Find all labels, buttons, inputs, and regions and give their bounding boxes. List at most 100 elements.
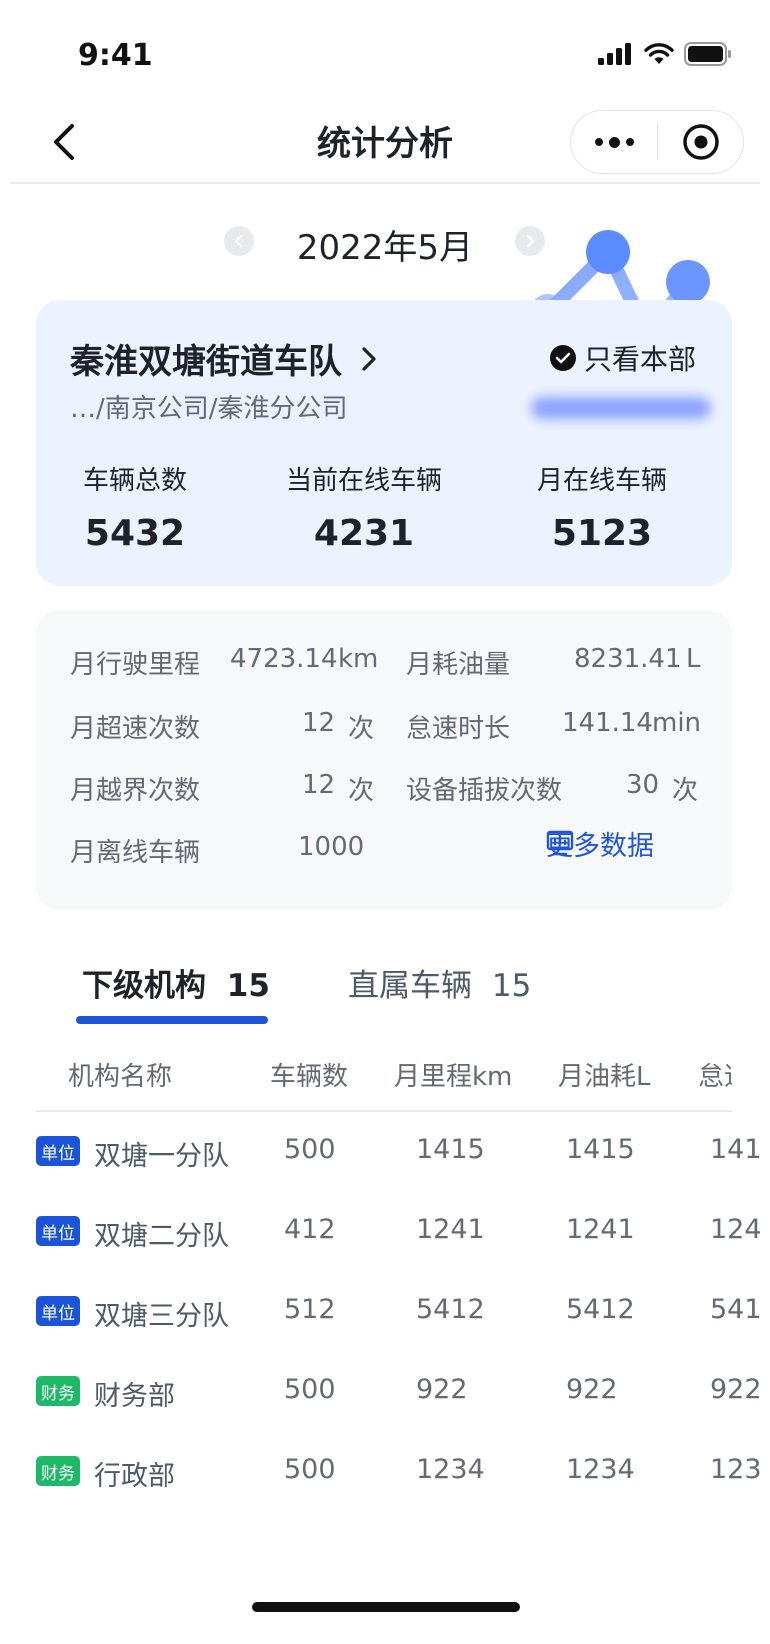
stat-value: 4231 xyxy=(313,513,415,554)
fuel-cell: 922 xyxy=(566,1374,618,1405)
mileage-cell: 922 xyxy=(416,1374,468,1405)
detail-row: 月超速次数 12 次 怠速时长 141.14 min xyxy=(36,708,732,748)
status-time: 9:41 xyxy=(78,38,153,73)
table-row[interactable]: 单位 双塘三分队 512 5412 5412 5412 xyxy=(0,1272,760,1352)
stat-online-vehicles: 当前在线车辆 4231 xyxy=(264,460,464,554)
detail-card: 月行驶里程 4723.14 km 月耗油量 8231.41 L 月超速次数 12… xyxy=(36,610,732,910)
more-data-link[interactable]: 更多数据 xyxy=(546,830,654,862)
detail-row: 月越界次数 12 次 设备插拔次数 30 次 xyxy=(36,770,732,810)
only-mine-toggle[interactable]: 只看本部 xyxy=(549,338,696,378)
table-row[interactable]: 单位 双塘一分队 500 1415 1415 1415 xyxy=(0,1112,760,1192)
type-badge: 单位 xyxy=(36,1216,80,1246)
tab-active-indicator xyxy=(76,1016,268,1024)
detail-label: 怠速时长 xyxy=(406,714,511,744)
mini-program-capsule xyxy=(570,110,744,174)
org-selector[interactable]: 秦淮双塘街道车队 xyxy=(70,334,378,383)
status-bar: 9:41 xyxy=(0,0,770,100)
org-cell: 财务部 xyxy=(94,1381,175,1412)
battery-icon xyxy=(684,42,731,66)
fuel-cell: 1234 xyxy=(566,1454,635,1485)
fuel-cell: 5412 xyxy=(566,1294,635,1325)
vehicles-cell: 500 xyxy=(284,1134,336,1165)
tab-label: 直属车辆 xyxy=(348,968,472,1004)
close-mini-program-button[interactable] xyxy=(658,122,743,162)
stat-label: 车辆总数 xyxy=(82,466,187,496)
table-header: 机构名称 车辆数 月里程km 月油耗L 怠速时长 xyxy=(36,1050,732,1112)
mileage-cell: 5412 xyxy=(416,1294,485,1325)
column-header[interactable]: 怠速时长 xyxy=(698,1056,732,1093)
check-circle-icon xyxy=(549,345,576,371)
more-button[interactable] xyxy=(571,111,657,173)
tab-direct-vehicles[interactable]: 直属车辆 15 xyxy=(348,960,531,1005)
home-indicator xyxy=(252,1602,520,1612)
wifi-icon xyxy=(644,43,674,64)
mileage-cell: 1234 xyxy=(416,1454,485,1485)
idle-cell: 1415 xyxy=(710,1134,760,1165)
tabs: 下级机构 15 直属车辆 15 xyxy=(0,960,770,1024)
column-header[interactable]: 月里程km xyxy=(394,1056,512,1093)
tab-count: 15 xyxy=(491,968,532,1004)
mileage-cell: 1241 xyxy=(416,1214,485,1245)
tab-sub-orgs[interactable]: 下级机构 15 xyxy=(82,960,270,1005)
idle-cell: 5412 xyxy=(710,1294,760,1325)
org-cell: 双塘二分队 xyxy=(94,1221,229,1252)
vehicles-cell: 500 xyxy=(284,1374,336,1405)
idle-cell: 1241 xyxy=(710,1214,760,1245)
type-badge: 财务 xyxy=(36,1376,80,1406)
detail-unit: 次 xyxy=(348,776,375,806)
stat-value: 5432 xyxy=(84,513,186,554)
detail-value: 12 xyxy=(302,770,336,800)
org-cell: 双塘三分队 xyxy=(94,1301,229,1332)
table-row[interactable]: 财务 财务部 500 922 922 922 xyxy=(0,1352,760,1432)
org-name: 秦淮双塘街道车队 xyxy=(70,342,342,382)
table-row[interactable]: 财务 行政部 500 1234 1234 1234 xyxy=(0,1432,760,1512)
only-mine-label: 只看本部 xyxy=(583,343,696,376)
table-row[interactable]: 单位 双塘二分队 412 1241 1241 1241 xyxy=(0,1192,760,1272)
detail-value: 12 xyxy=(302,708,336,738)
idle-cell: 1234 xyxy=(710,1454,760,1485)
detail-value: 1000 xyxy=(298,832,365,862)
stat-label: 月在线车辆 xyxy=(536,466,667,496)
detail-value: 30 xyxy=(626,770,660,800)
tab-label: 下级机构 xyxy=(82,968,206,1004)
detail-label: 月耗油量 xyxy=(406,650,511,680)
org-cell: 双塘一分队 xyxy=(94,1141,229,1172)
detail-row: 月行驶里程 4723.14 km 月耗油量 8231.41 L xyxy=(36,644,732,684)
column-header[interactable]: 月油耗L xyxy=(558,1056,651,1093)
detail-unit: L xyxy=(686,644,701,674)
org-path: …/南京公司/秦淮分公司 xyxy=(70,394,348,424)
detail-label: 月超速次数 xyxy=(70,714,201,744)
more-data-label: 更多数据 xyxy=(546,830,654,862)
fuel-cell: 1241 xyxy=(566,1214,635,1245)
mileage-cell: 1415 xyxy=(416,1134,485,1165)
column-header[interactable]: 机构名称 xyxy=(68,1056,172,1093)
detail-unit: 次 xyxy=(348,714,375,744)
fuel-cell: 1415 xyxy=(566,1134,635,1165)
org-cell: 行政部 xyxy=(94,1461,175,1492)
detail-value: 8231.41 xyxy=(574,644,682,674)
detail-unit: min xyxy=(652,708,702,738)
type-badge: 单位 xyxy=(36,1296,80,1326)
idle-cell: 922 xyxy=(710,1374,760,1405)
vehicles-cell: 512 xyxy=(284,1294,336,1325)
stat-value: 5123 xyxy=(551,513,653,554)
signal-icon xyxy=(598,43,631,65)
detail-row: 月离线车辆 1000 更多数据 xyxy=(36,830,732,872)
detail-label: 月离线车辆 xyxy=(70,838,201,868)
detail-unit: 次 xyxy=(672,776,699,806)
table-body[interactable]: 单位 双塘一分队 500 1415 1415 1415 单位 双塘二分队 412… xyxy=(0,1112,760,1542)
detail-label: 设备插拔次数 xyxy=(406,776,563,806)
chevron-right-icon xyxy=(362,346,376,371)
type-badge: 单位 xyxy=(36,1136,80,1166)
column-header[interactable]: 车辆数 xyxy=(270,1056,348,1093)
more-dots-icon xyxy=(594,138,603,146)
decorative-bar xyxy=(531,397,711,419)
detail-value: 141.14 xyxy=(562,708,653,738)
status-icons xyxy=(598,42,732,66)
detail-label: 月行驶里程 xyxy=(70,650,201,680)
vehicles-cell: 412 xyxy=(284,1214,336,1245)
vehicles-cell: 500 xyxy=(284,1454,336,1485)
tab-count: 15 xyxy=(226,968,270,1004)
stat-monthly-online: 月在线车辆 5123 xyxy=(518,460,686,554)
stat-total-vehicles: 车辆总数 5432 xyxy=(62,460,208,554)
